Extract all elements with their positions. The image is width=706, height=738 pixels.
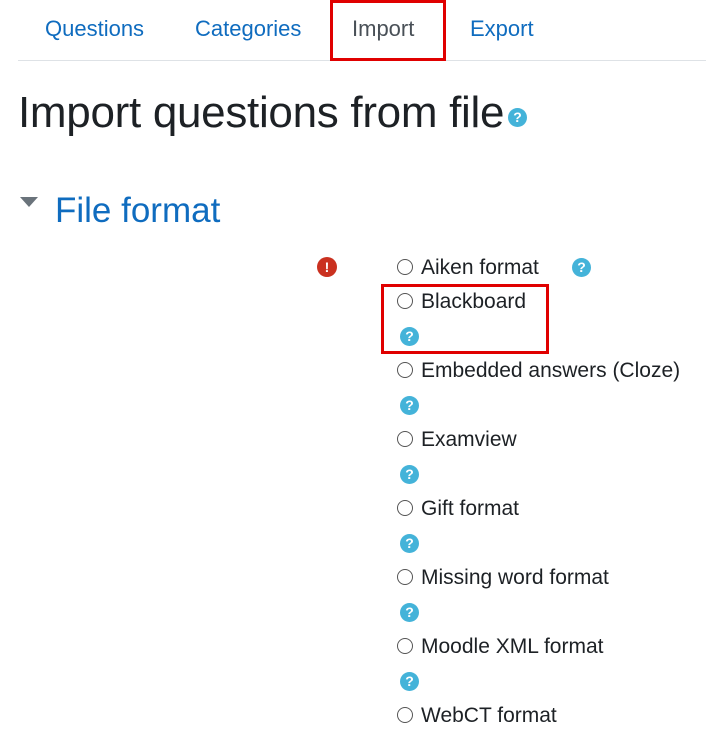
format-option-gift[interactable]: Gift format [397,497,519,521]
format-label: Embedded answers (Cloze) [421,359,681,382]
format-label: WebCT format [421,704,557,727]
radio-button[interactable] [397,569,413,585]
format-label: Aiken format [421,256,539,279]
help-icon[interactable]: ? [572,258,591,277]
radio-button[interactable] [397,707,413,723]
format-label: Examview [421,428,517,451]
radio-button[interactable] [397,500,413,516]
help-icon[interactable]: ? [508,108,527,127]
format-option-blackboard[interactable]: Blackboard [397,290,526,314]
format-option-webct[interactable]: WebCT format [397,704,557,728]
help-icon[interactable]: ? [400,534,419,553]
format-option-cloze[interactable]: Embedded answers (Cloze) [397,359,680,383]
format-label: Gift format [421,497,520,520]
format-label: Blackboard [421,290,527,313]
tab-import[interactable]: Import [352,16,414,42]
help-icon[interactable]: ? [400,327,419,346]
radio-button[interactable] [397,259,413,275]
format-option-missing-word[interactable]: Missing word format [397,566,609,590]
format-label: Moodle XML format [421,635,604,658]
tab-bar: Questions Categories Import Export [18,0,706,61]
radio-button[interactable] [397,362,413,378]
format-option-moodle-xml[interactable]: Moodle XML format [397,635,603,659]
help-icon[interactable]: ? [400,396,419,415]
help-icon[interactable]: ? [400,465,419,484]
tab-export[interactable]: Export [470,16,534,42]
format-label: Missing word format [421,566,609,589]
page-title: Import questions from file [18,88,505,137]
tab-questions[interactable]: Questions [45,16,144,42]
required-exclamation-icon: ! [317,257,337,277]
radio-button[interactable] [397,638,413,654]
radio-button[interactable] [397,293,413,309]
format-option-examview[interactable]: Examview [397,428,517,452]
radio-button[interactable] [397,431,413,447]
help-icon[interactable]: ? [400,672,419,691]
section-title-file-format[interactable]: File format [55,191,220,231]
collapse-triangle-icon[interactable] [20,197,38,207]
tab-categories[interactable]: Categories [195,16,301,42]
format-option-aiken[interactable]: Aiken format [397,256,539,280]
help-icon[interactable]: ? [400,603,419,622]
